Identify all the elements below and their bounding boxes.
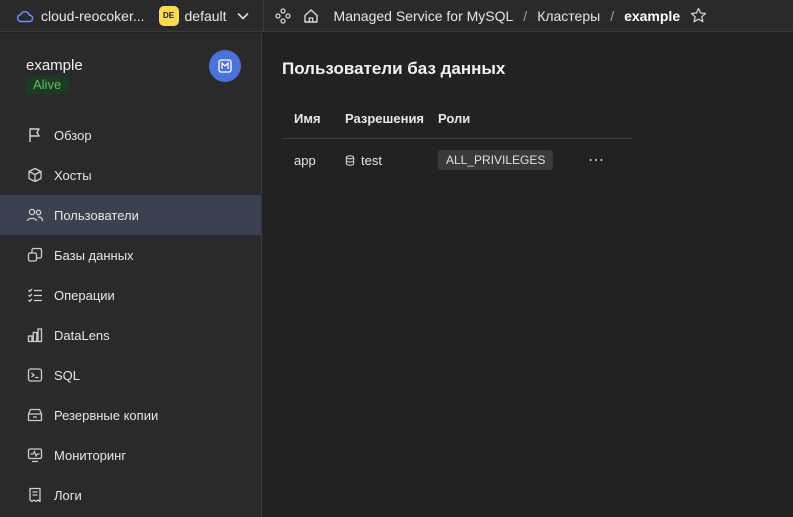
sidebar-item-label: Резервные копии	[54, 407, 159, 423]
sidebar-item-label: Базы данных	[54, 247, 134, 263]
sidebar-item-label: Хосты	[54, 167, 92, 183]
roles-cell: ALL_PRIVILEGES	[438, 150, 588, 170]
service-avatar	[209, 50, 241, 82]
home-icon[interactable]	[300, 5, 322, 27]
databases-icon	[26, 246, 44, 264]
users-table: Имя Разрешения Роли app test ALL_PRIVILE…	[282, 99, 632, 181]
sidebar-item-label: Мониторинг	[54, 447, 127, 463]
sidebar-item-backups[interactable]: Резервные копии	[0, 395, 261, 435]
sidebar-item-sql[interactable]: SQL	[0, 355, 261, 395]
page-title: Пользователи баз данных	[282, 59, 506, 78]
sidebar-item-label: Логи	[54, 487, 82, 503]
more-actions-icon[interactable]: ⋯	[588, 150, 605, 170]
top-bar: cloud-reocoker... DE default Managed Ser…	[0, 0, 793, 32]
sidebar-item-overview[interactable]: Обзор	[0, 115, 261, 155]
cluster-name: example	[26, 57, 83, 74]
chart-icon	[26, 326, 44, 344]
sidebar-item-label: DataLens	[54, 327, 110, 343]
role-chip: ALL_PRIVILEGES	[438, 150, 554, 170]
sidebar: example Alive Обзор Хосты Пользователи Б…	[0, 33, 262, 517]
logs-icon	[26, 486, 44, 504]
cluster-header: example Alive	[0, 33, 261, 115]
table-header: Имя Разрешения Роли	[282, 99, 632, 139]
star-icon[interactable]	[690, 7, 707, 24]
breadcrumb-clusters[interactable]: Кластеры	[537, 8, 600, 24]
cloud-selector[interactable]: cloud-reocoker...	[16, 0, 145, 32]
permission-cell: test	[345, 153, 438, 168]
chevron-down-icon[interactable]	[236, 12, 249, 20]
monitor-icon	[26, 446, 44, 464]
sidebar-item-datalens[interactable]: DataLens	[0, 315, 261, 355]
cloud-icon	[16, 10, 34, 22]
divider	[262, 0, 264, 32]
column-header-name[interactable]: Имя	[282, 111, 345, 126]
users-icon	[26, 206, 44, 224]
sidebar-item-label: Обзор	[54, 127, 92, 143]
row-actions: ⋯	[588, 150, 632, 170]
sidebar-nav: Обзор Хосты Пользователи Базы данных Опе…	[0, 115, 261, 515]
column-header-roles[interactable]: Роли	[438, 111, 588, 126]
status-badge: Alive	[25, 76, 70, 94]
folder-label: default	[184, 7, 227, 24]
flag-icon	[26, 126, 44, 144]
terminal-icon	[26, 366, 44, 384]
database-icon	[345, 154, 355, 166]
sidebar-item-monitoring[interactable]: Мониторинг	[0, 435, 261, 475]
folder-selector[interactable]: DE default	[158, 0, 249, 32]
column-header-permissions[interactable]: Разрешения	[345, 111, 438, 126]
sidebar-item-label: Операции	[54, 287, 115, 303]
breadcrumb-service[interactable]: Managed Service for MySQL	[334, 8, 514, 24]
sidebar-item-label: Пользователи	[54, 207, 139, 223]
table-row[interactable]: app test ALL_PRIVILEGES ⋯	[282, 139, 632, 181]
list-check-icon	[26, 286, 44, 304]
sidebar-item-databases[interactable]: Базы данных	[0, 235, 261, 275]
mysql-service-icon	[218, 59, 232, 73]
sidebar-item-hosts[interactable]: Хосты	[0, 155, 261, 195]
breadcrumb-separator: /	[523, 7, 528, 24]
main-content: Пользователи баз данных Имя Разрешения Р…	[263, 33, 793, 517]
sidebar-item-operations[interactable]: Операции	[0, 275, 261, 315]
folder-badge: DE	[158, 5, 179, 26]
services-icon[interactable]	[272, 5, 294, 27]
user-name-cell: app	[294, 152, 316, 168]
archive-icon	[26, 406, 44, 424]
cube-icon	[26, 166, 44, 184]
cloud-label: cloud-reocoker...	[41, 7, 145, 24]
sidebar-item-users[interactable]: Пользователи	[0, 195, 261, 235]
sidebar-item-label: SQL	[54, 367, 81, 383]
breadcrumb-current: example	[624, 7, 681, 24]
breadcrumb: Managed Service for MySQL / Кластеры / e…	[334, 8, 681, 24]
sidebar-item-logs[interactable]: Логи	[0, 475, 261, 515]
permission-db-name: test	[361, 152, 382, 168]
breadcrumb-separator: /	[610, 7, 615, 24]
